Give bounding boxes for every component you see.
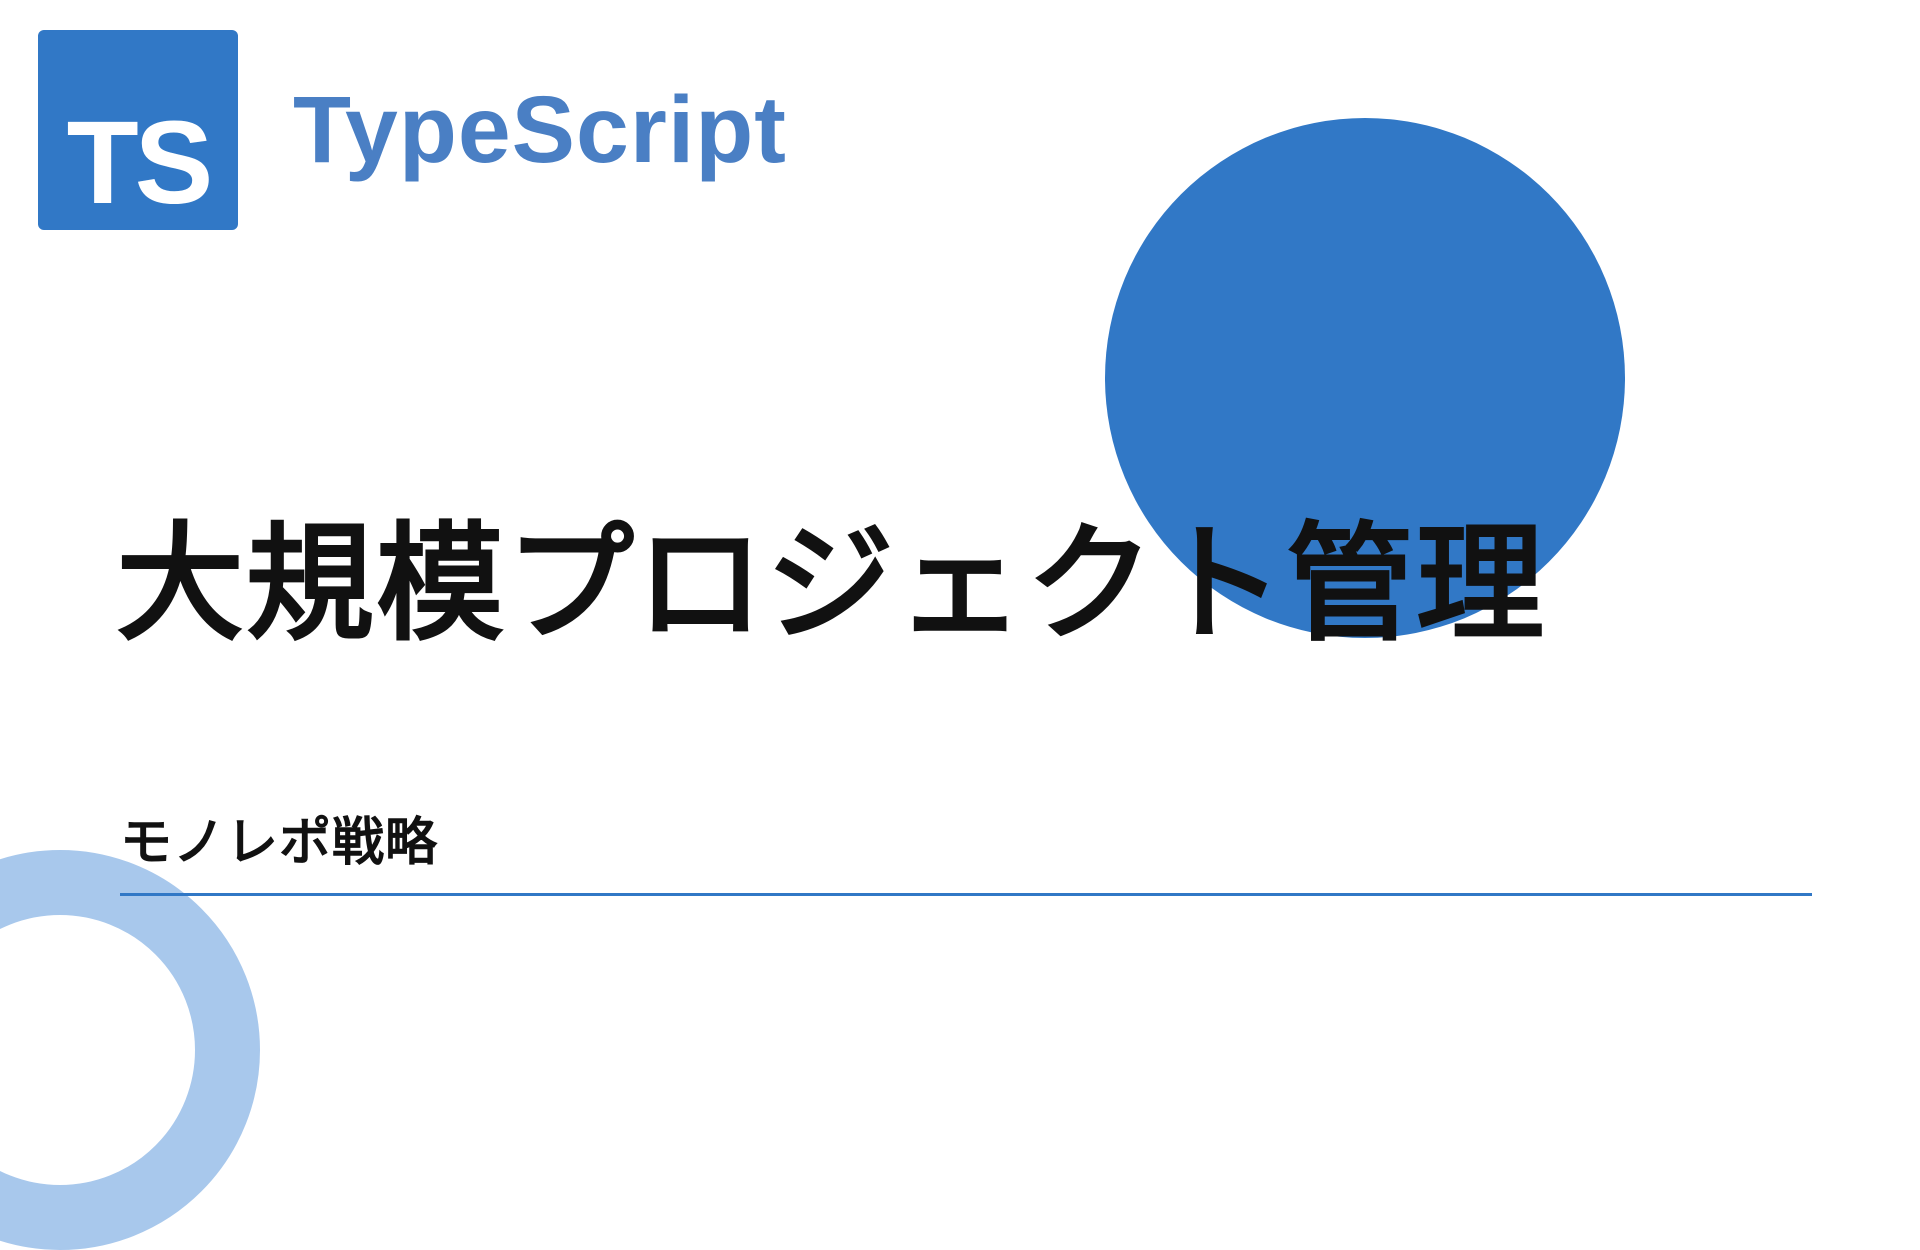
subtitle-section: モノレポ戦略	[120, 800, 1812, 896]
logo-badge-text: TS	[67, 104, 210, 222]
divider-line	[120, 893, 1812, 896]
slide-subtitle: モノレポ戦略	[120, 800, 1812, 893]
typescript-logo-badge: TS	[38, 30, 238, 230]
typescript-label: TypeScript	[293, 76, 787, 185]
decorative-ring	[0, 850, 260, 1250]
slide-main-title: 大規模プロジェクト管理	[116, 480, 1546, 665]
logo-header: TS TypeScript	[38, 30, 787, 230]
